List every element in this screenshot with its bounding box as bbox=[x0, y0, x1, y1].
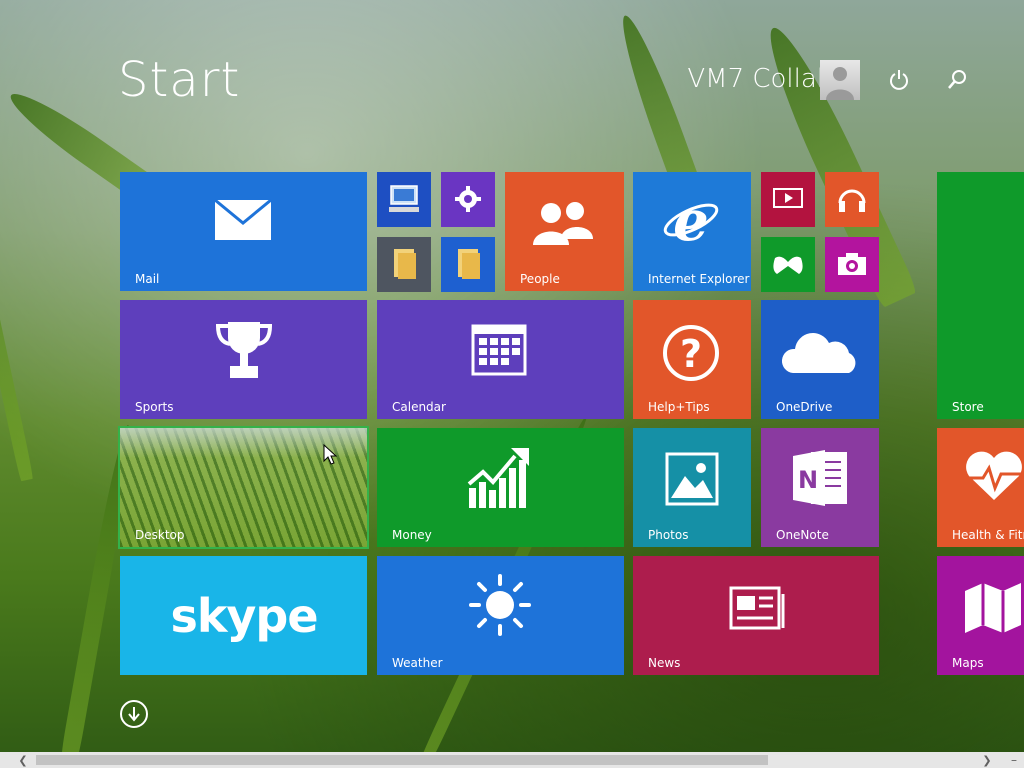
tile-internet-explorer[interactable]: e Internet Explorer bbox=[633, 172, 751, 291]
svg-text:N: N bbox=[798, 466, 818, 494]
mouse-cursor-icon bbox=[323, 444, 337, 465]
camera-icon bbox=[836, 250, 868, 278]
heart-rate-icon bbox=[963, 448, 1024, 504]
tile-news[interactable]: News bbox=[633, 556, 879, 675]
scroll-thumb[interactable] bbox=[36, 755, 768, 765]
onenote-icon: N bbox=[789, 446, 851, 510]
question-icon: ? bbox=[661, 324, 721, 382]
folder-icon bbox=[389, 247, 419, 281]
computer-icon bbox=[387, 182, 421, 216]
start-title: Start bbox=[118, 52, 241, 108]
headphones-icon bbox=[836, 183, 868, 215]
calendar-icon bbox=[471, 322, 527, 376]
tile-help-tips[interactable]: ? Help+Tips bbox=[633, 300, 751, 419]
video-icon bbox=[772, 186, 804, 212]
tile-label: Money bbox=[392, 528, 432, 542]
tile-label: Internet Explorer bbox=[648, 272, 750, 286]
tile-label: Sports bbox=[135, 400, 174, 414]
power-icon[interactable] bbox=[886, 66, 912, 94]
tile-onenote[interactable]: N OneNote bbox=[761, 428, 879, 547]
tile-store[interactable]: Store bbox=[937, 172, 1024, 419]
sun-icon bbox=[467, 572, 533, 638]
tile-photos[interactable]: Photos bbox=[633, 428, 751, 547]
tile-label: OneDrive bbox=[776, 400, 833, 414]
tile-health-fitness[interactable]: Health & Fitne bbox=[937, 428, 1024, 547]
tile-label: Maps bbox=[952, 656, 984, 670]
tile-weather[interactable]: Weather bbox=[377, 556, 624, 675]
skype-wordmark: skype bbox=[170, 589, 318, 643]
scroll-left-icon[interactable]: ❮ bbox=[14, 752, 32, 768]
all-apps-button[interactable] bbox=[120, 700, 148, 728]
money-chart-icon bbox=[465, 444, 535, 510]
tile-label: Help+Tips bbox=[648, 400, 710, 414]
tile-sports[interactable]: Sports bbox=[120, 300, 367, 419]
gear-icon bbox=[453, 184, 483, 214]
user-avatar[interactable] bbox=[820, 60, 860, 100]
tile-label: Calendar bbox=[392, 400, 446, 414]
arrow-down-icon bbox=[128, 707, 140, 722]
tile-label: Weather bbox=[392, 656, 443, 670]
tile-games[interactable] bbox=[761, 237, 815, 292]
tile-this-pc[interactable] bbox=[377, 172, 431, 227]
tile-label: Health & Fitne bbox=[952, 528, 1024, 542]
svg-text:e: e bbox=[673, 190, 709, 250]
user-silhouette-icon bbox=[826, 67, 854, 100]
tile-pc-settings[interactable] bbox=[441, 172, 495, 227]
tile-label: News bbox=[648, 656, 681, 670]
tile-maps[interactable]: Maps bbox=[937, 556, 1024, 675]
tile-video[interactable] bbox=[761, 172, 815, 227]
tile-people[interactable]: People bbox=[505, 172, 624, 291]
scroll-right-icon[interactable]: ❯ bbox=[978, 752, 996, 768]
folder-icon bbox=[453, 247, 483, 281]
grass-blade bbox=[0, 67, 34, 482]
people-icon bbox=[531, 198, 595, 246]
tile-calendar[interactable]: Calendar bbox=[377, 300, 624, 419]
tile-label: Store bbox=[952, 400, 984, 414]
svg-text:?: ? bbox=[680, 332, 702, 376]
cloud-icon bbox=[779, 328, 861, 376]
tile-documents[interactable] bbox=[377, 237, 431, 292]
envelope-icon bbox=[214, 198, 272, 242]
zoom-out-icon[interactable]: – bbox=[1004, 752, 1024, 768]
newspaper-icon bbox=[729, 586, 787, 630]
tile-file-explorer[interactable] bbox=[441, 237, 495, 292]
tile-camera[interactable] bbox=[825, 237, 879, 292]
tile-label: Desktop bbox=[135, 528, 185, 542]
skype-logo-icon: skype bbox=[168, 584, 320, 648]
tile-money[interactable]: Money bbox=[377, 428, 624, 547]
tile-label: Mail bbox=[135, 272, 160, 286]
tile-onedrive[interactable]: OneDrive bbox=[761, 300, 879, 419]
tile-skype[interactable]: skype bbox=[120, 556, 367, 675]
photo-icon bbox=[665, 452, 719, 506]
internet-explorer-icon: e bbox=[661, 190, 721, 250]
search-icon[interactable] bbox=[944, 66, 970, 94]
map-icon bbox=[963, 580, 1023, 636]
tile-label: OneNote bbox=[776, 528, 829, 542]
tile-mail[interactable]: Mail bbox=[120, 172, 367, 291]
game-controller-icon bbox=[771, 249, 805, 279]
tile-label: Photos bbox=[648, 528, 689, 542]
tile-music[interactable] bbox=[825, 172, 879, 227]
trophy-icon bbox=[212, 318, 276, 382]
tile-label: People bbox=[520, 272, 560, 286]
horizontal-scrollbar[interactable]: ❮ ❯ – bbox=[0, 752, 1024, 768]
